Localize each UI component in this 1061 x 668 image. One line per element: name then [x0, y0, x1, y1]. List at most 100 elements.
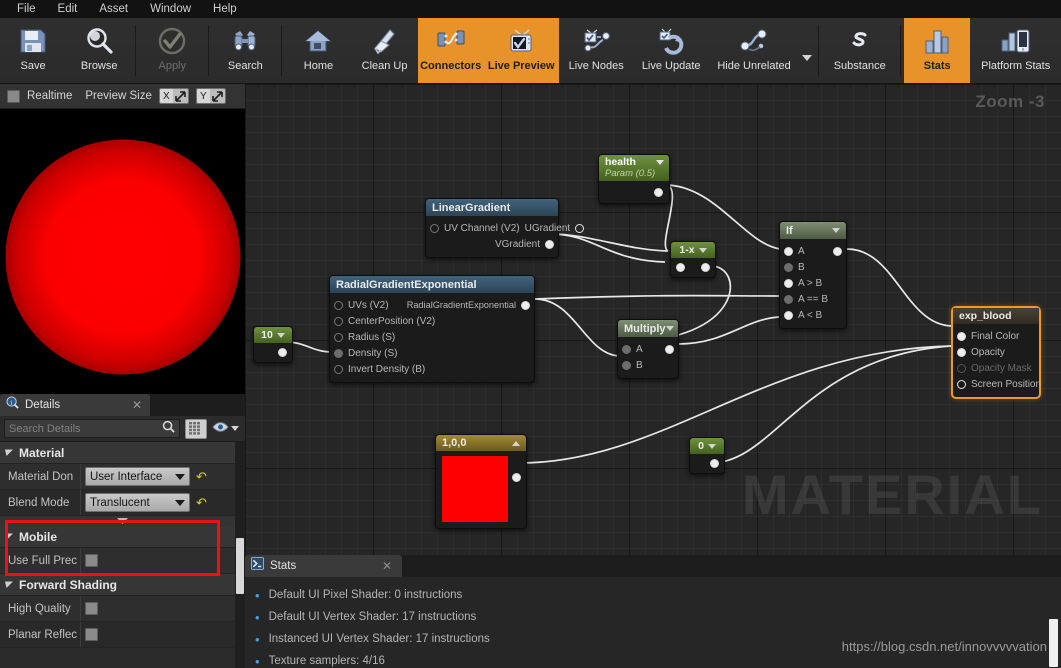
- output-pin[interactable]: [701, 263, 710, 272]
- output-pin[interactable]: [512, 473, 521, 482]
- input-pin[interactable]: [334, 348, 343, 358]
- toolbar-button-clean-up[interactable]: Clean Up: [352, 18, 418, 83]
- output-pin[interactable]: [710, 459, 719, 468]
- tab-stats[interactable]: Stats ✕: [245, 555, 402, 577]
- pin-row-invert-density[interactable]: Invert Density (B): [330, 361, 534, 377]
- graph-node-exp-blood-output[interactable]: exp_blood Final Color Opacity Opacity Ma…: [951, 306, 1041, 399]
- menu-item-help[interactable]: Help: [202, 0, 248, 18]
- pin-row-a-less-b[interactable]: A < B: [780, 307, 846, 323]
- details-scrollbar[interactable]: [235, 442, 245, 668]
- pin-row-opacity[interactable]: Opacity: [953, 344, 1039, 360]
- grid-view-icon[interactable]: [185, 418, 207, 439]
- toolbar-button-live-update[interactable]: Live Update: [634, 18, 709, 83]
- output-pin[interactable]: [833, 246, 842, 256]
- menu-item-window[interactable]: Window: [139, 0, 202, 18]
- toolbar-button-platform-stats[interactable]: Platform Stats: [970, 18, 1061, 83]
- search-details-box[interactable]: [4, 419, 180, 438]
- category-header-material[interactable]: Material: [0, 442, 245, 464]
- planar-reflections-checkbox[interactable]: [85, 628, 98, 641]
- pin-row-a[interactable]: A: [780, 243, 846, 259]
- chevron-down-icon[interactable]: [276, 332, 285, 338]
- output-pin[interactable]: [654, 187, 663, 197]
- graph-node-const-10[interactable]: 10: [253, 326, 293, 363]
- pin-row-a-equals-b[interactable]: A == B: [780, 291, 846, 307]
- pin-row-center-position[interactable]: CenterPosition (V2): [330, 313, 534, 329]
- preview-size-y-button[interactable]: Y: [195, 88, 226, 104]
- pin-row-a-greater-b[interactable]: A > B: [780, 275, 846, 291]
- search-icon[interactable]: [162, 420, 175, 438]
- graph-node-const-0[interactable]: 0: [689, 437, 725, 474]
- revert-icon[interactable]: ↶: [196, 496, 207, 509]
- chevron-down-icon[interactable]: [832, 228, 840, 233]
- input-pin[interactable]: [676, 263, 685, 272]
- pin-row-final-color[interactable]: Final Color: [953, 328, 1039, 344]
- output-pin[interactable]: [575, 223, 585, 233]
- toolbar-button-browse[interactable]: Browse: [66, 18, 132, 83]
- pin-row-screen-position[interactable]: Screen Position: [953, 376, 1041, 392]
- toolbar-button-save[interactable]: Save: [0, 18, 66, 83]
- close-icon[interactable]: ✕: [132, 398, 142, 412]
- chevron-down-icon[interactable]: [707, 443, 716, 449]
- toolbar-button-connectors[interactable]: Connectors: [417, 18, 484, 83]
- menu-item-file[interactable]: File: [6, 0, 47, 18]
- preview-size-x-button[interactable]: X: [158, 88, 189, 104]
- input-pin[interactable]: [784, 246, 793, 256]
- blend-mode-combo[interactable]: Translucent: [85, 493, 190, 512]
- category-header-forward-shading[interactable]: Forward Shading: [0, 574, 245, 596]
- input-pin[interactable]: [957, 379, 966, 389]
- output-pin[interactable]: [545, 239, 554, 249]
- pin-row-density[interactable]: Density (S): [330, 345, 534, 361]
- high-quality-checkbox[interactable]: [85, 602, 98, 615]
- search-input[interactable]: [9, 422, 162, 435]
- input-pin[interactable]: [957, 347, 966, 357]
- toolbar-button-apply[interactable]: Apply: [139, 18, 205, 83]
- pin-row-radius[interactable]: Radius (S): [330, 329, 534, 345]
- realtime-checkbox[interactable]: [7, 89, 20, 103]
- toolbar-button-search[interactable]: Search: [212, 18, 278, 83]
- input-pin[interactable]: [784, 278, 793, 288]
- material-graph-canvas[interactable]: Zoom -3 MATERIAL 10 LinearGradient UV Ch…: [245, 84, 1061, 555]
- pin-row-opacity-mask[interactable]: Opacity Mask: [953, 360, 1039, 376]
- stats-scrollbar-thumb[interactable]: [1049, 619, 1058, 667]
- toolbar-button-live-nodes[interactable]: Live Nodes: [559, 18, 634, 83]
- category-header-mobile[interactable]: Mobile: [0, 526, 245, 548]
- input-pin[interactable]: [957, 363, 966, 373]
- pin-row-uvs[interactable]: UVs (V2) RadialGradientExponential: [330, 297, 534, 313]
- color-swatch[interactable]: [442, 456, 508, 522]
- graph-node-if[interactable]: If A B A > B A == B A < B: [779, 221, 847, 329]
- menu-item-edit[interactable]: Edit: [47, 0, 89, 18]
- input-pin[interactable]: [622, 344, 631, 354]
- toolbar-button-home[interactable]: Home: [285, 18, 351, 83]
- output-pin[interactable]: [278, 348, 287, 357]
- input-pin[interactable]: [334, 316, 343, 326]
- tab-details[interactable]: i Details ✕: [0, 394, 150, 416]
- input-pin[interactable]: [784, 294, 793, 304]
- graph-node-multiply[interactable]: Multiply A B: [617, 319, 679, 379]
- input-pin[interactable]: [334, 300, 343, 310]
- revert-icon[interactable]: ↶: [196, 470, 207, 483]
- graph-node-one-minus-x[interactable]: 1-x: [670, 241, 716, 278]
- input-pin[interactable]: [784, 262, 793, 272]
- pin-row-a[interactable]: A: [618, 341, 678, 357]
- toolbar-button-hide-unrelated[interactable]: Hide Unrelated: [709, 18, 800, 83]
- graph-node-radial-gradient-exponential[interactable]: RadialGradientExponential UVs (V2) Radia…: [329, 275, 535, 383]
- input-pin[interactable]: [622, 360, 631, 370]
- chevron-down-icon[interactable]: [698, 247, 707, 253]
- input-pin[interactable]: [784, 310, 793, 320]
- pin-row-vgradient[interactable]: VGradient: [426, 236, 558, 252]
- pin-row-uv-channel[interactable]: UV Channel (V2) UGradient: [426, 220, 585, 236]
- details-scrollbar-thumb[interactable]: [236, 538, 244, 594]
- close-icon[interactable]: ✕: [382, 559, 392, 573]
- output-pin[interactable]: [521, 300, 530, 310]
- details-view-options[interactable]: [212, 420, 241, 438]
- graph-node-color-constant[interactable]: 1,0,0: [435, 434, 527, 529]
- graph-node-health-param[interactable]: health Param (0.5): [598, 154, 670, 204]
- input-pin[interactable]: [334, 364, 343, 374]
- toolbar-button-live-preview[interactable]: Live Preview: [483, 18, 559, 83]
- graph-node-linear-gradient[interactable]: LinearGradient UV Channel (V2) UGradient…: [425, 198, 585, 258]
- toolbar-overflow-caret[interactable]: [799, 18, 815, 83]
- chevron-down-icon[interactable]: [656, 159, 664, 165]
- use-full-precision-checkbox[interactable]: [85, 554, 98, 567]
- material-preview-viewport[interactable]: [0, 109, 245, 394]
- material-domain-combo[interactable]: User Interface: [85, 467, 190, 486]
